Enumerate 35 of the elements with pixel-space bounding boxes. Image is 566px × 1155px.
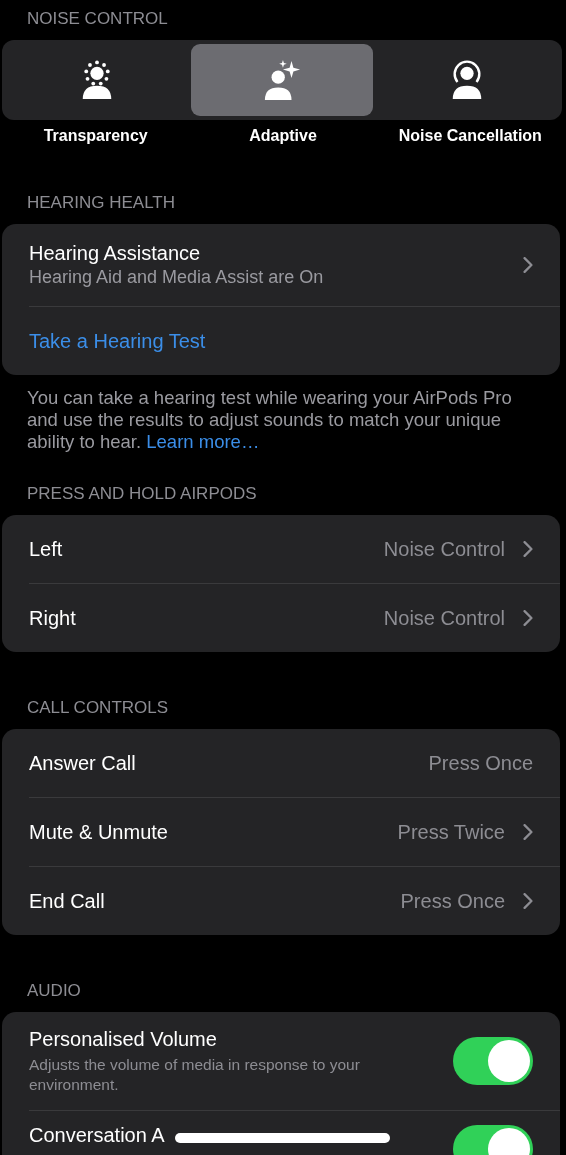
list-row[interactable]: Answer Call Press Once [2,729,560,797]
learn-more-link[interactable]: Learn more… [146,431,260,452]
row-description: Adjusts the volume of media in response to your environment. [29,1055,361,1095]
section-header: AUDIO [26,980,82,1002]
row-value: Press Once [428,751,533,775]
row-subtitle: Hearing Aid and Media Assist are On [29,266,324,289]
row-title: Personalised Volume [29,1027,218,1051]
mode-label: Noise Cancellation [397,126,543,146]
list-row[interactable]: Mute & Unmute Press Twice [2,798,560,866]
row-title: Hearing Assistance [29,241,202,265]
mode-label: Transparency [42,126,149,146]
toggle-switch[interactable] [453,1037,533,1085]
hearing-test-link[interactable]: Take a Hearing Test [29,329,206,353]
row-label: Left [29,537,63,561]
section-header: PRESS AND HOLD AIRPODS [26,483,258,505]
row-title: Conversation A [29,1123,165,1147]
person-sparkles-icon [263,59,301,101]
row-value: Press Twice [397,820,505,844]
row-label: Answer Call [29,751,136,775]
list-row[interactable]: Left Noise Control [2,515,560,583]
row-value: Noise Control [383,606,505,630]
row-label: End Call [29,889,105,913]
list-row[interactable]: End Call Press Once [2,867,560,935]
row-value: Press Once [400,889,505,913]
row-label: Mute & Unmute [29,820,168,844]
list-row[interactable]: Hearing Assistance Hearing Aid and Media Assist are On [2,224,560,306]
section-header: HEARING HEALTH [26,192,176,214]
row-value: Noise Control [383,537,505,561]
row-label: Right [29,606,76,630]
section-header: CALL CONTROLS [26,697,170,719]
section-header: NOISE CONTROL [26,8,169,30]
mode-label: Adaptive [248,126,318,146]
list-row[interactable]: Right Noise Control [2,584,560,652]
footer-text: You can take a hearing test while wearing your AirPods Pro and use the results to adjust sounds to match your unique ability to hear. Learn more… [26,387,513,453]
chevron-icon [523,257,533,273]
